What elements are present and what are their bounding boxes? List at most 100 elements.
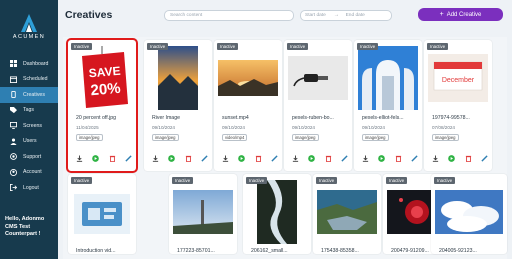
download-icon[interactable] — [292, 155, 299, 162]
sidebar-item-account[interactable]: Account — [0, 165, 58, 181]
status-badge: Inactive — [246, 177, 268, 184]
download-icon[interactable] — [222, 155, 229, 162]
status-badge: Inactive — [386, 177, 408, 184]
edit-icon[interactable] — [125, 155, 132, 162]
sidebar-item-dashboard[interactable]: Dashboard — [0, 56, 58, 72]
tag-icon — [10, 106, 17, 114]
edit-icon[interactable] — [271, 155, 278, 162]
edit-icon[interactable] — [201, 155, 208, 162]
creative-thumbnail — [173, 180, 233, 244]
creative-thumbnail — [72, 180, 132, 244]
creative-thumbnail — [148, 46, 208, 110]
creative-card[interactable]: Inactive sunset.mp4 09/10/2024 video/mp4 — [214, 40, 282, 171]
phone-icon — [10, 91, 17, 99]
play-icon[interactable] — [308, 155, 316, 162]
creative-card[interactable]: Inactive pexels-elliot-fels... 09/10/202… — [354, 40, 422, 171]
creative-name: 20 percent off.jpg — [76, 115, 116, 121]
search-input[interactable]: Search content — [164, 10, 294, 21]
creative-date: 09/10/2024 — [152, 125, 175, 130]
status-badge: Inactive — [172, 177, 194, 184]
sidebar-item-label: Logout — [23, 184, 39, 191]
sidebar-item-label: Dashboard — [23, 60, 49, 67]
creative-thumbnail: December — [428, 46, 488, 110]
sidebar-item-label: Support — [23, 153, 42, 160]
creative-card[interactable]: Inactive 177223-85701... — [169, 174, 237, 254]
sidebar-item-users[interactable]: Users — [0, 134, 58, 150]
creative-type: image/jpeg — [152, 134, 179, 141]
plus-icon: + — [439, 11, 444, 18]
play-icon[interactable] — [378, 155, 386, 162]
card-actions — [362, 155, 418, 162]
start-date-field[interactable]: Start date — [301, 13, 326, 18]
creative-name: 177223-85701... — [177, 248, 215, 254]
sidebar-item-scheduled[interactable]: Scheduled — [0, 72, 58, 88]
download-icon[interactable] — [152, 155, 159, 162]
status-badge: Inactive — [434, 177, 456, 184]
logout-icon — [10, 184, 17, 192]
creative-date: 09/10/2024 — [292, 125, 315, 130]
sidebar-item-label: Users — [23, 138, 37, 145]
status-badge: Inactive — [71, 177, 93, 184]
status-badge: Inactive — [316, 177, 338, 184]
delete-icon[interactable] — [185, 155, 192, 162]
support-icon — [10, 153, 17, 161]
creative-thumbnail — [218, 46, 278, 110]
card-actions — [432, 155, 488, 162]
delete-icon[interactable] — [395, 155, 402, 162]
play-icon[interactable] — [238, 155, 246, 162]
date-range-picker[interactable]: Start date → End date — [300, 10, 392, 21]
edit-icon[interactable] — [341, 155, 348, 162]
delete-icon[interactable] — [109, 155, 116, 162]
edit-icon[interactable] — [481, 155, 488, 162]
creative-thumbnail: SAVE 20% — [72, 46, 132, 110]
creative-name: River Image — [152, 115, 180, 121]
creative-date: 09/10/2024 — [222, 125, 245, 130]
sidebar-item-logout[interactable]: Logout — [0, 180, 58, 196]
play-icon[interactable] — [92, 155, 100, 162]
creative-date: 11/04/2025 — [76, 125, 99, 130]
creative-name: pexels-ruben-bo... — [292, 115, 334, 121]
creative-card[interactable]: Inactive 175438-85358... — [313, 174, 381, 254]
card-actions — [292, 155, 348, 162]
status-badge: Inactive — [357, 43, 379, 50]
delete-icon[interactable] — [325, 155, 332, 162]
delete-icon[interactable] — [465, 155, 472, 162]
sidebar-item-tags[interactable]: Tags — [0, 103, 58, 119]
creative-card[interactable]: Inactive River Image 09/10/2024 image/jp… — [144, 40, 212, 171]
creative-name: 204005-92123... — [439, 248, 477, 254]
monitor-icon — [10, 122, 17, 130]
add-creative-label: Add Creative — [446, 11, 482, 18]
sidebar-item-support[interactable]: Support — [0, 149, 58, 165]
creative-thumbnail — [435, 180, 503, 244]
creative-type: image/jpeg — [362, 134, 389, 141]
creative-name: 200479-91209... — [391, 248, 429, 254]
sidebar-item-creatives[interactable]: Creatives — [0, 87, 58, 103]
creative-card[interactable]: Inactive Introduction vid... — [68, 174, 136, 254]
edit-icon[interactable] — [411, 155, 418, 162]
acumen-logo-icon — [21, 14, 37, 32]
sidebar-item-label: Screens — [23, 122, 43, 129]
creative-card[interactable]: Inactive 204005-92123... — [431, 174, 507, 254]
play-icon[interactable] — [448, 155, 456, 162]
sidebar-item-screens[interactable]: Screens — [0, 118, 58, 134]
download-icon[interactable] — [76, 155, 83, 162]
page-title: Creatives — [65, 9, 113, 21]
download-icon[interactable] — [362, 155, 369, 162]
delete-icon[interactable] — [255, 155, 262, 162]
end-date-field[interactable]: End date — [342, 13, 365, 18]
creative-type: image/jpeg — [76, 134, 103, 141]
creative-card[interactable]: Inactive 206162_small... — [243, 174, 311, 254]
play-icon[interactable] — [168, 155, 176, 162]
download-icon[interactable] — [432, 155, 439, 162]
creative-card[interactable]: Inactive SAVE 20% 20 percent off.jpg 11/… — [66, 38, 138, 173]
creative-thumbnail — [358, 46, 418, 110]
creative-card[interactable]: Inactive December 197974-99578... 07/08/… — [424, 40, 492, 171]
sidebar-item-label: Tags — [23, 107, 34, 114]
creative-thumbnail — [288, 46, 348, 110]
add-creative-button[interactable]: + Add Creative — [418, 8, 503, 21]
creative-card[interactable]: Inactive pexels-ruben-bo... 09/10/2024 i… — [284, 40, 352, 171]
creative-name: 197974-99578... — [432, 115, 470, 121]
svg-text:20%: 20% — [90, 80, 121, 100]
creative-date: 07/08/2024 — [432, 125, 455, 130]
creative-date: 09/10/2024 — [362, 125, 385, 130]
